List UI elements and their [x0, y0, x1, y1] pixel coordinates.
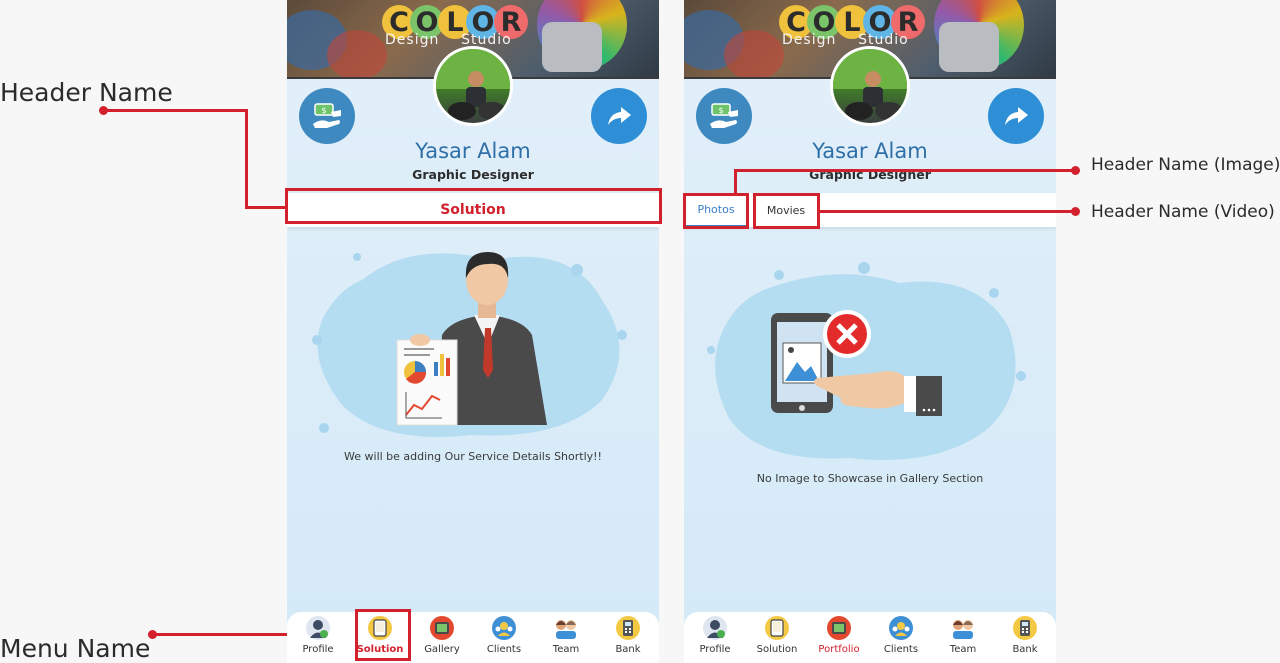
cover-subtitle: Design Studio	[782, 32, 909, 48]
annotation-line	[734, 169, 737, 195]
nav-item-clients[interactable]: Clients	[475, 616, 533, 663]
nav-item-clients[interactable]: Clients	[872, 616, 930, 663]
nav-item-profile[interactable]: Profile	[289, 616, 347, 663]
payment-button[interactable]: $	[299, 88, 355, 144]
clients-icon	[492, 616, 516, 640]
clients-icon	[889, 616, 913, 640]
svg-text:$: $	[321, 106, 326, 115]
profile-role: Graphic Designer	[412, 167, 534, 182]
left-phone-screen: C O L O R Design Studio $ Yasar Alam Gra…	[287, 0, 659, 663]
highlight-section-header	[285, 188, 662, 224]
bottom-nav: Profile Solution Portfolio Clients Team	[684, 612, 1056, 663]
nav-item-gallery[interactable]: Gallery	[413, 616, 471, 663]
annotation-header-image: Header Name (Image)	[1091, 155, 1280, 175]
nav-label: Solution	[756, 644, 798, 655]
right-phone-screen: C O L O R Design Studio $ Yasar Alam Gra…	[684, 0, 1056, 663]
nav-item-team[interactable]: Team	[537, 616, 595, 663]
bottom-nav: Profile Solution Gallery Clients Team Ba…	[287, 612, 659, 663]
bank-icon	[616, 616, 640, 640]
annotation-dot	[1071, 166, 1080, 175]
profile-name: Yasar Alam	[812, 139, 928, 163]
nav-label: Profile	[699, 644, 731, 655]
nav-label: Portfolio	[818, 644, 860, 655]
nav-label: Bank	[1012, 644, 1038, 655]
nav-item-portfolio[interactable]: Portfolio	[810, 616, 868, 663]
annotation-menu-name: Menu Name	[0, 634, 151, 663]
nav-item-bank[interactable]: Bank	[599, 616, 657, 663]
bank-icon	[1013, 616, 1037, 640]
annotation-line	[820, 210, 1074, 213]
annotation-line	[245, 109, 248, 209]
profile-icon	[306, 616, 330, 640]
annotation-header-name: Header Name	[0, 78, 173, 107]
nav-item-profile[interactable]: Profile	[686, 616, 744, 663]
team-icon	[951, 616, 975, 640]
highlight-active-menu	[355, 609, 411, 661]
money-hand-icon: $	[313, 103, 341, 128]
team-icon	[554, 616, 578, 640]
profile-name: Yasar Alam	[415, 139, 531, 163]
annotation-dot	[1071, 207, 1080, 216]
share-arrow-icon	[608, 107, 631, 125]
nav-label: Team	[949, 644, 977, 655]
nav-label: Bank	[615, 644, 641, 655]
highlight-photos-tab	[683, 193, 749, 229]
payment-button[interactable]: $	[696, 88, 752, 144]
annotation-line	[103, 109, 247, 112]
nav-item-solution[interactable]: Solution	[748, 616, 806, 663]
empty-state-message: No Image to Showcase in Gallery Section	[756, 472, 984, 485]
svg-text:$: $	[718, 106, 723, 115]
solution-icon	[765, 616, 789, 640]
nav-label: Profile	[302, 644, 334, 655]
portfolio-icon	[827, 616, 851, 640]
highlight-movies-tab	[753, 193, 820, 229]
empty-state-message: We will be adding Our Service Details Sh…	[344, 450, 602, 463]
gallery-icon	[430, 616, 454, 640]
annotation-line	[245, 206, 287, 209]
profile-icon	[703, 616, 727, 640]
nav-label: Gallery	[424, 644, 460, 655]
nav-item-team[interactable]: Team	[934, 616, 992, 663]
service-illustration	[312, 252, 627, 437]
nav-label: Clients	[883, 644, 919, 655]
profile-avatar	[830, 46, 910, 126]
share-arrow-icon	[1005, 107, 1028, 125]
money-hand-icon: $	[710, 103, 738, 128]
nav-item-bank[interactable]: Bank	[996, 616, 1054, 663]
no-image-illustration	[707, 262, 1026, 460]
nav-label: Clients	[486, 644, 522, 655]
annotation-header-video: Header Name (Video)	[1091, 202, 1275, 222]
share-button[interactable]	[988, 88, 1044, 144]
cover-subtitle: Design Studio	[385, 32, 512, 48]
annotation-line	[734, 169, 1074, 172]
share-button[interactable]	[591, 88, 647, 144]
profile-avatar	[433, 46, 513, 126]
nav-label: Team	[552, 644, 580, 655]
